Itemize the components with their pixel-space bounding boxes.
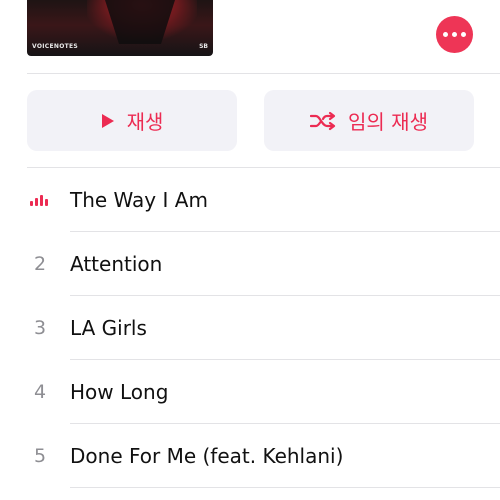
ellipsis-icon <box>461 32 466 37</box>
ellipsis-icon <box>452 32 457 37</box>
artwork-text: VOICENOTES <box>32 43 79 50</box>
track-divider <box>70 487 500 488</box>
track-row[interactable]: 3 LA Girls <box>0 296 500 360</box>
more-button[interactable] <box>436 16 473 53</box>
track-row[interactable]: The Way I Am <box>0 168 500 232</box>
play-icon <box>101 113 114 128</box>
track-title: LA Girls <box>70 316 147 340</box>
track-title: The Way I Am <box>70 188 208 212</box>
track-title: Done For Me (feat. Kehlani) <box>70 444 344 468</box>
shuffle-button[interactable]: 임의 재생 <box>264 90 474 151</box>
artwork-mark: SB <box>199 43 208 50</box>
album-artwork[interactable]: VOICENOTES SB <box>27 0 213 56</box>
track-title: Attention <box>70 252 163 276</box>
track-row[interactable]: 5 Done For Me (feat. Kehlani) <box>0 424 500 488</box>
track-number: 5 <box>33 445 47 467</box>
header-divider <box>27 73 500 74</box>
track-row[interactable]: 2 Attention <box>0 232 500 296</box>
shuffle-label: 임의 재생 <box>348 110 428 134</box>
track-row[interactable]: 4 How Long <box>0 360 500 424</box>
track-title: How Long <box>70 380 169 404</box>
ellipsis-icon <box>443 32 448 37</box>
track-number: 4 <box>33 381 47 403</box>
now-playing-icon <box>30 194 52 206</box>
album-screen: VOICENOTES SB 재생 임의 재생 The Way I Am 2 At… <box>0 0 500 500</box>
track-number: 2 <box>33 253 47 275</box>
play-label: 재생 <box>126 110 164 134</box>
shuffle-icon <box>310 111 336 130</box>
play-button[interactable]: 재생 <box>27 90 237 151</box>
track-number: 3 <box>33 317 47 339</box>
